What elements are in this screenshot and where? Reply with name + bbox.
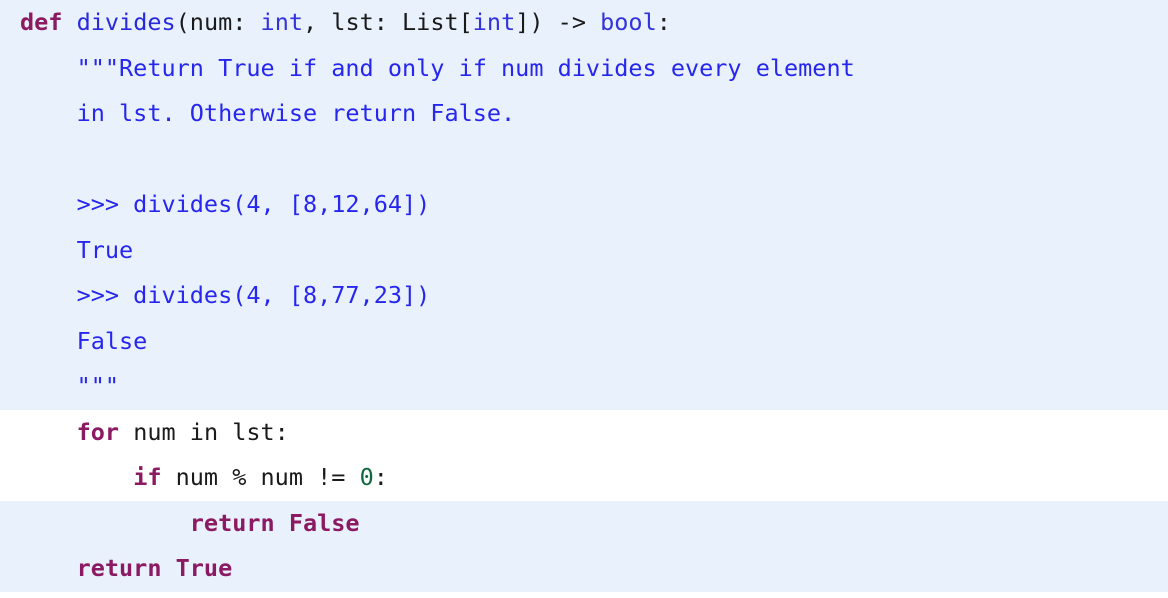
code-line: >>> divides(4, [8,77,23]) [0, 273, 1168, 319]
code-token-kw: if [133, 463, 162, 491]
code-line: True [0, 227, 1168, 273]
code-token-doc: """Return True if and only if num divide… [20, 53, 855, 82]
code-token-doc: False [20, 326, 148, 355]
code-token-plain: ]) -> [515, 8, 601, 36]
code-token-doc: >>> divides(4, [8,77,23]) [20, 281, 431, 309]
code-block: def divides(num: int, lst: List[int]) ->… [0, 0, 1168, 598]
code-token-typ: int [472, 8, 516, 36]
code-token-plain: num % num != [161, 463, 360, 491]
code-token-plain: lst: [218, 417, 289, 446]
code-token-ret: return True [76, 554, 233, 582]
code-token-doc: """ [20, 372, 120, 400]
code-line: >>> divides(4, [8,12,64]) [0, 182, 1168, 228]
code-line: return True [0, 546, 1168, 592]
code-line: for num in lst: [0, 409, 1168, 455]
code-token-typ: bool [600, 8, 657, 36]
code-line: return False [0, 500, 1168, 546]
code-token-kw: for [76, 417, 120, 446]
code-line: in lst. Otherwise return False. [0, 91, 1168, 137]
code-line: if num % num != 0: [0, 455, 1168, 501]
code-token-plain: (num: [175, 8, 261, 36]
code-line: """Return True if and only if num divide… [0, 45, 1168, 91]
code-token-plain: in [189, 417, 219, 446]
code-token-plain: , lst: List[ [303, 8, 473, 36]
code-token-plain: num [119, 417, 190, 446]
code-token-plain: : [656, 8, 671, 36]
code-token-doc: True [20, 235, 134, 264]
code-line [0, 136, 1168, 182]
code-token-plain: : [373, 463, 388, 491]
code-line: False [0, 318, 1168, 364]
code-line: """ [0, 364, 1168, 410]
code-token-kw: def [20, 8, 63, 36]
code-token-ret: return False [189, 508, 360, 537]
code-token-doc: >>> divides(4, [8,12,64]) [20, 190, 431, 218]
code-token-typ: int [260, 8, 303, 36]
code-token-num: 0 [359, 463, 374, 491]
code-line: def divides(num: int, lst: List[int]) ->… [0, 0, 1168, 46]
code-token-fname: divides [76, 8, 176, 36]
code-token-doc: in lst. Otherwise return False. [20, 99, 516, 127]
